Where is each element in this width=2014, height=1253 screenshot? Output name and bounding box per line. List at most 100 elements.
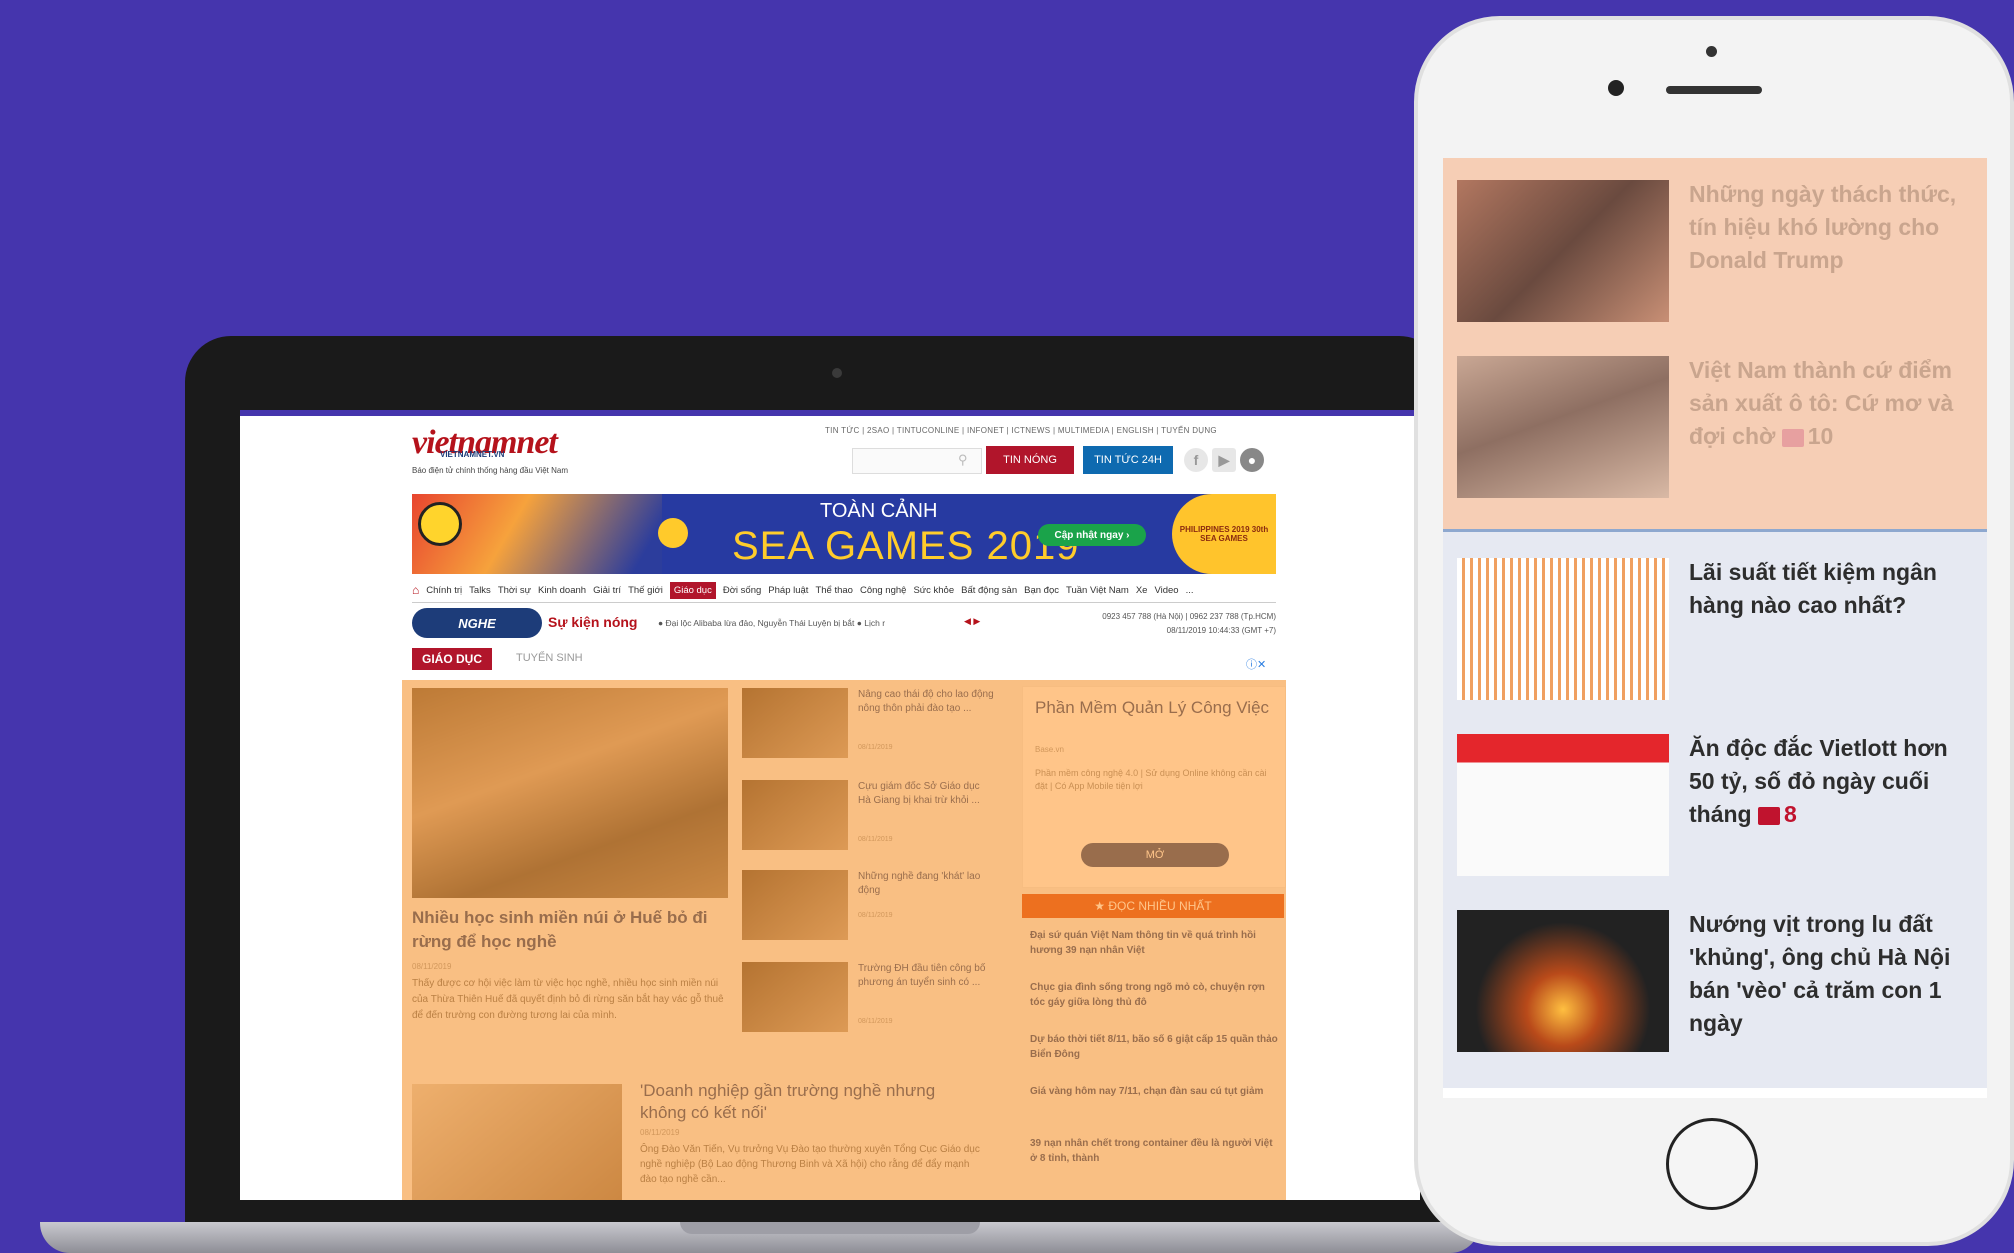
home-button[interactable] <box>1666 1118 1758 1210</box>
nav-item[interactable]: Bạn đọc <box>1024 585 1059 596</box>
nav-item[interactable]: Video <box>1154 585 1178 596</box>
nav-item[interactable]: Giải trí <box>593 585 621 596</box>
laptop-screen: vietnamnet VIETNAMNET.VN Báo điện tử chí… <box>240 410 1420 1200</box>
nav-item[interactable]: Đời sống <box>723 585 761 596</box>
banner-badge: PHILIPPINES 2019 30th SEA GAMES <box>1172 494 1276 574</box>
browser-topbar <box>240 410 1420 416</box>
side-story-thumb[interactable] <box>742 688 848 758</box>
news-title[interactable]: Ăn độc đắc Vietlott hơn 50 tỷ, số đỏ ngà… <box>1689 735 1948 827</box>
highlighted-section: Những ngày thách thức, tín hiệu khó lườn… <box>1443 158 1987 530</box>
comment-count: 10 <box>1807 423 1834 449</box>
news-item[interactable]: Ăn độc đắc Vietlott hơn 50 tỷ, số đỏ ngà… <box>1689 732 1965 831</box>
banner-line1: TOÀN CẢNH <box>820 500 938 522</box>
hot-news-button[interactable]: TIN NÓNG <box>986 446 1074 474</box>
nav-item[interactable]: Pháp luật <box>768 585 808 596</box>
sun-icon <box>658 518 688 548</box>
nav-divider <box>412 602 1276 603</box>
logo-sub: VIETNAMNET.VN <box>440 450 505 459</box>
nav-item[interactable]: Talks <box>469 585 491 596</box>
side-story-thumb[interactable] <box>742 870 848 940</box>
side-story-thumb[interactable] <box>742 780 848 850</box>
side-story-title[interactable]: Trường ĐH đầu tiên công bố phương án tuy… <box>858 962 994 990</box>
side-story-date: 08/11/2019 <box>858 1018 893 1025</box>
ad-description: Phần mềm công nghệ 4.0 | Sử dụng Online … <box>1035 768 1267 791</box>
second-story-date: 08/11/2019 <box>640 1128 680 1137</box>
listen-hot-news-button[interactable]: NGHE <box>412 608 542 638</box>
hotline: 0923 457 788 (Hà Nội) | 0962 237 788 (Tp… <box>1048 610 1276 638</box>
news-item[interactable]: Việt Nam thành cứ điểm sản xuất ô tô: Cứ… <box>1689 354 1965 453</box>
side-story-date: 08/11/2019 <box>858 744 893 751</box>
most-read-item[interactable]: Chục gia đình sống trong ngõ mỏ cò, chuy… <box>1030 980 1280 1010</box>
nav-item[interactable]: Xe <box>1136 585 1148 596</box>
main-story-title[interactable]: Nhiều học sinh miền núi ở Huế bỏ đi rừng… <box>412 906 728 954</box>
banner-line2: SEA GAMES 2019 <box>732 524 1080 568</box>
side-story-title[interactable]: Nâng cao thái độ cho lao động nông thôn … <box>858 688 994 716</box>
football-icon <box>418 502 462 546</box>
nav-item[interactable]: Công nghệ <box>860 585 906 596</box>
most-read-item[interactable]: Giá vàng hôm nay 7/11, chạn đàn sau cú t… <box>1030 1084 1280 1099</box>
ad-box[interactable]: Phần Mềm Quản Lý Công Việc Base.vn Phần … <box>1022 686 1286 888</box>
nav-item[interactable]: Kinh doanh <box>538 585 586 596</box>
category-badge[interactable]: GIÁO DỤC <box>412 648 492 670</box>
banner-cta-button[interactable]: Cập nhật ngay › <box>1038 524 1146 546</box>
laptop-notch <box>680 1222 980 1234</box>
nav-item[interactable]: Tuần Việt Nam <box>1066 585 1129 596</box>
news-thumb[interactable] <box>1457 180 1669 322</box>
most-read-item[interactable]: 39 nạn nhân chết trong container đều là … <box>1030 1136 1280 1166</box>
ad-close-icon[interactable]: ⓘ✕ <box>1246 656 1266 672</box>
sea-games-banner[interactable]: TOÀN CẢNH SEA GAMES 2019 Cập nhật ngay ›… <box>412 494 1276 574</box>
phone-camera <box>1608 80 1624 96</box>
news-thumb[interactable] <box>1457 910 1669 1052</box>
hot-events-label[interactable]: Sự kiện nóng <box>548 614 637 630</box>
nav-item[interactable]: Bất động sản <box>961 585 1017 596</box>
user-icon[interactable]: ● <box>1240 448 1264 472</box>
most-read-item[interactable]: Dự báo thời tiết 8/11, bão số 6 giật cấp… <box>1030 1032 1280 1062</box>
news-24h-button[interactable]: TIN TỨC 24H <box>1083 446 1173 474</box>
subcategory-link[interactable]: TUYỂN SINH <box>516 652 583 664</box>
home-icon[interactable]: ⌂ <box>412 583 419 597</box>
second-story-image[interactable] <box>412 1084 622 1200</box>
nav-item[interactable]: Sức khỏe <box>913 585 954 596</box>
phone-screen: Những ngày thách thức, tín hiệu khó lườn… <box>1443 158 1987 1098</box>
side-story-date: 08/11/2019 <box>858 912 893 919</box>
normal-section: Lãi suất tiết kiệm ngân hàng nào cao nhấ… <box>1443 532 1987 1088</box>
nav-item[interactable]: Thời sự <box>498 585 531 596</box>
datetime: 08/11/2019 10:44:33 (GMT +7) <box>1166 626 1276 635</box>
side-story-title[interactable]: Cựu giám đốc Sở Giáo dục Hà Giang bị kha… <box>858 780 994 808</box>
ad-title[interactable]: Phần Mềm Quản Lý Công Việc <box>1035 697 1275 719</box>
main-story-date: 08/11/2019 <box>412 962 452 971</box>
second-story-title[interactable]: 'Doanh nghiệp gần trường nghề nhưng khôn… <box>640 1080 980 1124</box>
nav-item[interactable]: Chính trị <box>426 585 462 596</box>
news-thumb[interactable] <box>1457 734 1669 876</box>
news-title[interactable]: Lãi suất tiết kiệm ngân hàng nào cao nhấ… <box>1689 556 1965 622</box>
main-nav: ⌂ Chính trị Talks Thời sự Kinh doanh Giải tr… <box>412 580 1276 600</box>
main-story-image[interactable] <box>412 688 728 898</box>
side-story-title[interactable]: Những nghề đang 'khát' lao động <box>858 870 994 898</box>
search-icon[interactable]: ⚲ <box>958 452 968 468</box>
side-story-thumb[interactable] <box>742 962 848 1032</box>
ad-open-button[interactable]: MỞ <box>1081 843 1229 867</box>
comment-icon <box>1781 428 1804 447</box>
webcam <box>832 368 842 378</box>
second-story-summary: Ông Đào Văn Tiến, Vụ trưởng Vụ Đào tạo t… <box>640 1144 980 1185</box>
phone-speaker <box>1666 86 1762 94</box>
nav-item[interactable]: Thế giới <box>628 585 663 596</box>
nav-item[interactable]: Giáo dục <box>669 581 716 599</box>
news-thumb[interactable] <box>1457 356 1669 498</box>
nghe-label: NGHE <box>458 615 496 631</box>
news-title[interactable]: Những ngày thách thức, tín hiệu khó lườn… <box>1689 178 1965 277</box>
news-thumb[interactable] <box>1457 558 1669 700</box>
comment-icon <box>1758 806 1780 825</box>
news-title[interactable]: Nướng vịt trong lu đất 'khủng', ông chủ … <box>1689 908 1965 1040</box>
ticker-arrows-icon[interactable]: ◀ ▶ <box>964 616 980 627</box>
facebook-icon[interactable]: f <box>1184 448 1208 472</box>
youtube-icon[interactable]: ▶ <box>1212 448 1236 472</box>
ad-source: Base.vn <box>1035 745 1064 754</box>
hotline-numbers: 0923 457 788 (Hà Nội) | 0962 237 788 (Tp… <box>1102 612 1276 621</box>
content-area: Nhiều học sinh miền núi ở Huế bỏ đi rừng… <box>402 680 1286 1200</box>
most-read-item[interactable]: Đại sứ quán Việt Nam thông tin về quá tr… <box>1030 928 1280 958</box>
nav-item[interactable]: ... <box>1186 585 1194 596</box>
news-ticker[interactable]: ● Đại lộc Alibaba lừa đảo, Nguyễn Thái L… <box>658 618 885 628</box>
nav-item[interactable]: Thể thao <box>815 585 853 596</box>
top-links[interactable]: TIN TỨC | 2SAO | TINTUCONLINE | INFONET … <box>825 426 1217 435</box>
